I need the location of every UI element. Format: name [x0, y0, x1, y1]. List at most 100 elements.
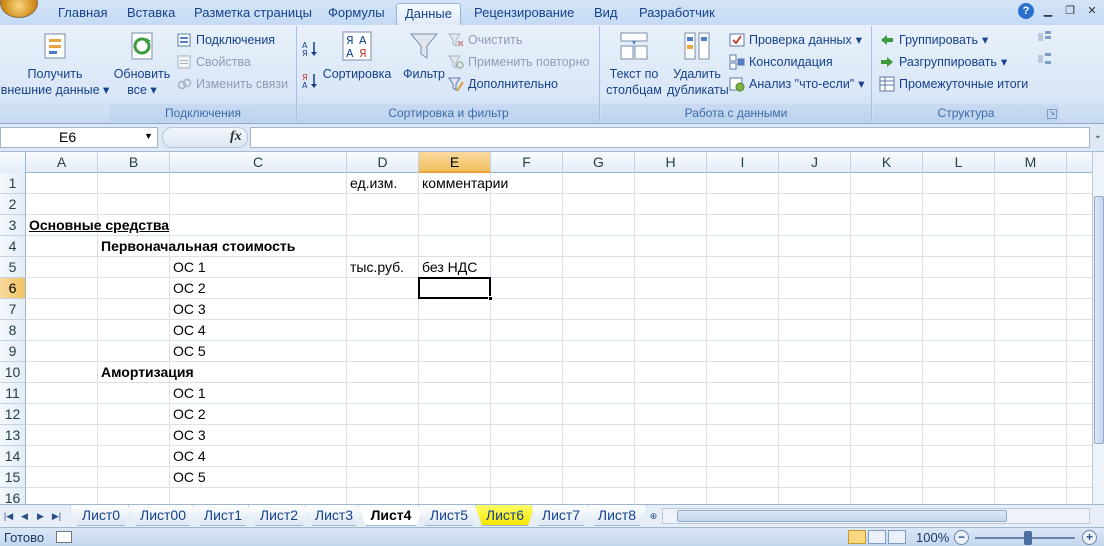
vertical-scrollbar[interactable] [1092, 152, 1104, 504]
column-header-c[interactable]: C [170, 152, 347, 173]
column-header-b[interactable]: B [98, 152, 170, 173]
sheet-tab-лист8[interactable]: Лист8 [587, 505, 647, 526]
expand-formula-bar-icon[interactable]: ⌄ [1094, 130, 1102, 141]
zoom-in-icon[interactable]: + [1082, 530, 1097, 545]
column-header-l[interactable]: L [923, 152, 995, 173]
sheet-tab-лист5[interactable]: Лист5 [418, 505, 480, 526]
page-layout-view-icon[interactable] [868, 530, 886, 544]
cell-b10[interactable]: Амортизация [98, 362, 194, 383]
select-all-corner[interactable] [0, 152, 26, 173]
row-header-2[interactable]: 2 [0, 194, 26, 215]
show-detail-button[interactable] [1036, 29, 1052, 45]
formula-input[interactable] [250, 127, 1090, 148]
horizontal-scrollbar[interactable] [662, 508, 1090, 524]
tab-review[interactable]: Рецензирование [466, 3, 582, 25]
restore-icon[interactable]: ❐ [1062, 4, 1078, 18]
hide-detail-button[interactable] [1036, 51, 1052, 67]
sort-az-button[interactable]: AЯ [302, 40, 318, 58]
cell-c12[interactable]: ОС 2 [170, 404, 206, 425]
column-header-g[interactable]: G [563, 152, 635, 173]
get-external-data-button[interactable]: Получить внешние данные ▾ [0, 30, 110, 98]
cell-c5[interactable]: ОС 1 [170, 257, 206, 278]
macro-record-icon[interactable] [56, 531, 72, 543]
zoom-level[interactable]: 100% [916, 530, 949, 545]
refresh-all-button[interactable]: Обновить все ▾ [110, 30, 174, 98]
row-header-8[interactable]: 8 [0, 320, 26, 341]
cell-e1[interactable]: комментарии [419, 173, 508, 194]
clear-filter-button[interactable]: Очистить [448, 31, 522, 49]
column-header-d[interactable]: D [347, 152, 419, 173]
row-header-7[interactable]: 7 [0, 299, 26, 320]
sort-za-button[interactable]: ЯA [302, 72, 318, 90]
data-validation-button[interactable]: Проверка данных ▾ [729, 31, 862, 49]
insert-function-icon[interactable]: fx [230, 129, 242, 145]
ungroup-button[interactable]: Разгруппировать ▾ [879, 53, 1007, 71]
column-header-k[interactable]: K [851, 152, 923, 173]
cell-c13[interactable]: ОС 3 [170, 425, 206, 446]
cell-a3[interactable]: Основные средства [26, 215, 169, 236]
prev-sheet-icon[interactable]: ◀ [18, 509, 31, 523]
cell-e5[interactable]: без НДС [419, 257, 477, 278]
cell-c7[interactable]: ОС 3 [170, 299, 206, 320]
minimize-icon[interactable]: ▁ [1040, 4, 1056, 18]
connections-button[interactable]: Подключения [176, 31, 275, 49]
row-header-12[interactable]: 12 [0, 404, 26, 425]
horizontal-scroll-thumb[interactable] [677, 510, 1007, 522]
what-if-button[interactable]: Анализ "что-если" ▾ [729, 75, 865, 93]
column-header-h[interactable]: H [635, 152, 707, 173]
cell-b4[interactable]: Первоначальная стоимость [98, 236, 295, 257]
row-header-13[interactable]: 13 [0, 425, 26, 446]
column-header-e[interactable]: E [419, 152, 491, 173]
zoom-out-icon[interactable]: − [954, 530, 969, 545]
tab-insert[interactable]: Вставка [119, 3, 183, 25]
sheet-tab-лист6[interactable]: Лист6 [475, 505, 535, 526]
filter-button[interactable]: Фильтр [398, 30, 450, 82]
row-header-5[interactable]: 5 [0, 257, 26, 278]
sheet-tab-лист1[interactable]: Лист1 [193, 505, 253, 526]
tab-formulas[interactable]: Формулы [320, 3, 393, 25]
office-button[interactable] [0, 0, 38, 18]
text-to-columns-button[interactable]: Текст по столбцам [603, 30, 665, 98]
sort-button[interactable]: ЯAAЯ Сортировка [320, 30, 394, 82]
row-header-4[interactable]: 4 [0, 236, 26, 257]
sheet-tab-лист0[interactable]: Лист0 [70, 505, 132, 526]
first-sheet-icon[interactable]: |◀ [2, 509, 15, 523]
tab-home[interactable]: Главная [50, 3, 115, 25]
cell-c11[interactable]: ОС 1 [170, 383, 206, 404]
column-header-m[interactable]: M [995, 152, 1067, 173]
column-header-j[interactable]: J [779, 152, 851, 173]
reapply-button[interactable]: Применить повторно [448, 53, 590, 71]
close-icon[interactable]: ✕ [1084, 4, 1100, 18]
cell-c6[interactable]: ОС 2 [170, 278, 206, 299]
row-header-14[interactable]: 14 [0, 446, 26, 467]
sheet-tab-лист2[interactable]: Лист2 [248, 505, 310, 526]
outline-dialog-launcher-icon[interactable]: ↘ [1047, 109, 1057, 119]
cell-c14[interactable]: ОС 4 [170, 446, 206, 467]
column-header-i[interactable]: I [707, 152, 779, 173]
last-sheet-icon[interactable]: ▶| [50, 509, 63, 523]
cell-c9[interactable]: ОС 5 [170, 341, 206, 362]
row-header-10[interactable]: 10 [0, 362, 26, 383]
row-header-11[interactable]: 11 [0, 383, 26, 404]
sheet-tab-лист3[interactable]: Лист3 [305, 505, 363, 526]
row-header-15[interactable]: 15 [0, 467, 26, 488]
page-break-view-icon[interactable] [888, 530, 906, 544]
insert-sheet-icon[interactable]: ⊕ [647, 509, 660, 523]
zoom-slider-thumb[interactable] [1024, 531, 1032, 545]
active-cell-border[interactable] [418, 277, 491, 299]
name-box[interactable]: E6 [0, 127, 158, 148]
fill-handle[interactable] [488, 296, 493, 301]
consolidate-button[interactable]: Консолидация [729, 53, 833, 71]
row-header-16[interactable]: 16 [0, 488, 26, 504]
group-button[interactable]: Группировать ▾ [879, 31, 988, 49]
sheet-tab-лист00[interactable]: Лист00 [128, 505, 198, 526]
spreadsheet-grid[interactable]: A B C D E F G H I J K L M 1 2 3 4 5 6 7 8 9 10 11 12 13 14 15 16 ед.и… [0, 152, 1092, 504]
help-icon[interactable]: ? [1018, 3, 1034, 19]
cell-c8[interactable]: ОС 4 [170, 320, 206, 341]
tab-page-layout[interactable]: Разметка страницы [186, 3, 320, 25]
cell-c15[interactable]: ОС 5 [170, 467, 206, 488]
cell-d5[interactable]: тыс.руб. [347, 257, 404, 278]
sheet-tab-лист4[interactable]: Лист4 [358, 505, 424, 526]
vertical-scroll-thumb[interactable] [1094, 196, 1104, 444]
tab-developer[interactable]: Разработчик [631, 3, 723, 25]
